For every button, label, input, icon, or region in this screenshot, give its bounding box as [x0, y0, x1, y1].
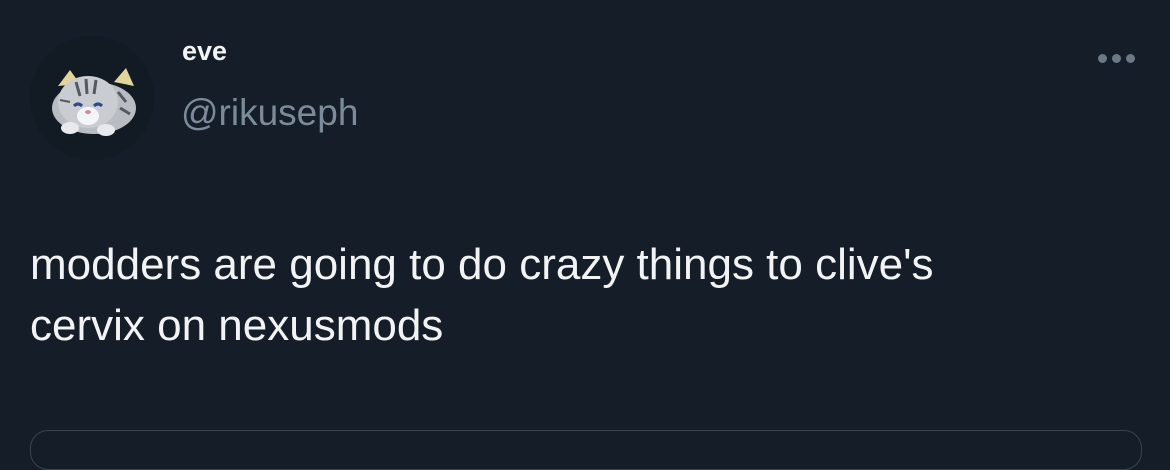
tweet-text-line: cervix on nexusmods	[30, 301, 444, 350]
tweet-text: modders are going to do crazy things to …	[30, 234, 1140, 356]
more-horizontal-icon	[1097, 53, 1107, 63]
tweet-text-line: modders are going to do crazy things to …	[30, 240, 934, 289]
quoted-card-edge[interactable]	[30, 430, 1142, 470]
display-name[interactable]: eve	[182, 36, 227, 67]
user-handle[interactable]: @rikuseph	[181, 92, 358, 134]
plush-tiger-avatar-icon	[30, 36, 154, 160]
more-options-button[interactable]	[1088, 44, 1144, 72]
more-horizontal-icon	[1111, 53, 1121, 63]
more-horizontal-icon	[1125, 53, 1135, 63]
avatar[interactable]	[30, 36, 154, 160]
tweet-card: eve @rikuseph modders are going to do cr…	[0, 0, 1170, 470]
